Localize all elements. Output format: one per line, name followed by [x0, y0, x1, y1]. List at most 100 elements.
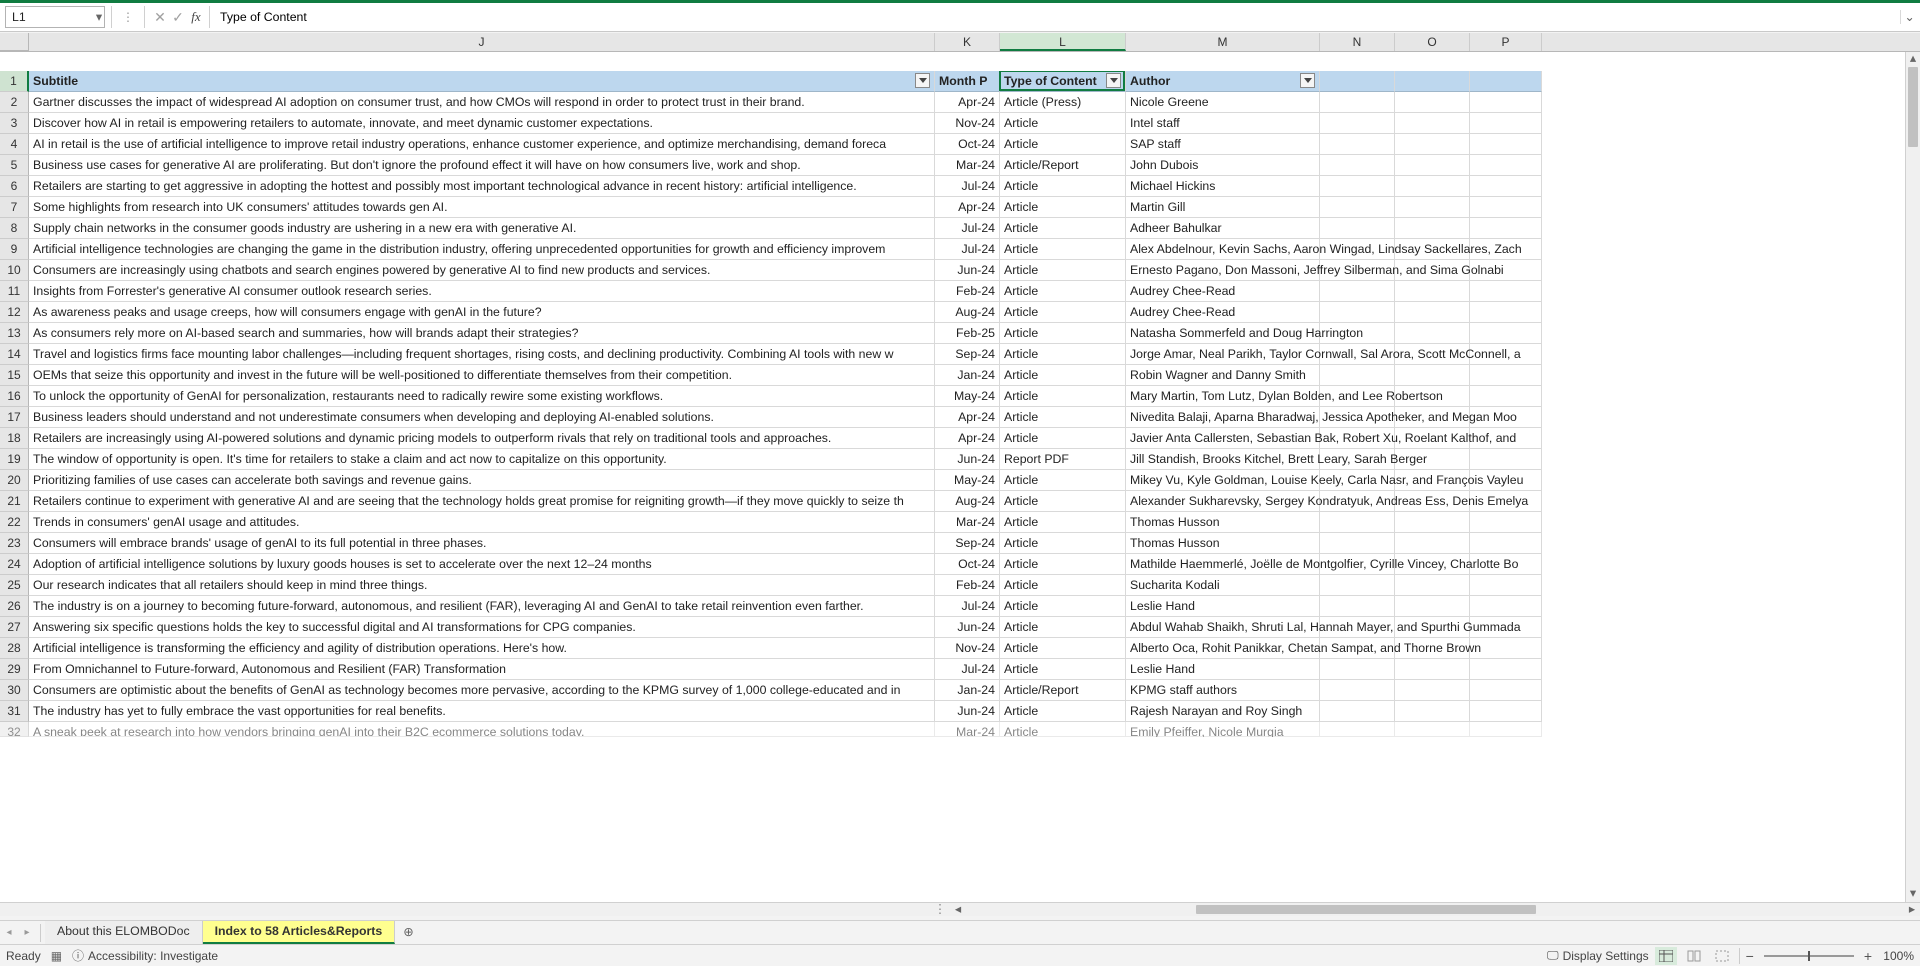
- cell[interactable]: [1470, 575, 1542, 596]
- cell[interactable]: Article: [1000, 239, 1126, 260]
- cell[interactable]: [1395, 302, 1470, 323]
- row-header[interactable]: 20: [0, 470, 29, 491]
- cell[interactable]: Article: [1000, 302, 1126, 323]
- row-header[interactable]: 30: [0, 680, 29, 701]
- cell[interactable]: [1320, 722, 1395, 737]
- tab-split-handle[interactable]: ⋮: [0, 903, 950, 916]
- cell[interactable]: Martin Gill: [1126, 197, 1320, 218]
- cell[interactable]: [1320, 113, 1395, 134]
- column-header-L[interactable]: L: [1000, 33, 1126, 51]
- row-header[interactable]: 21: [0, 491, 29, 512]
- sheet-tab[interactable]: About this ELOMBODoc: [45, 921, 203, 944]
- row-header[interactable]: 6: [0, 176, 29, 197]
- row-header[interactable]: 11: [0, 281, 29, 302]
- normal-view-button[interactable]: [1655, 947, 1677, 965]
- name-box-dropdown-icon[interactable]: ▾: [88, 10, 104, 24]
- cell[interactable]: [1470, 659, 1542, 680]
- cell[interactable]: Feb-24: [935, 281, 1000, 302]
- cell[interactable]: Article: [1000, 554, 1126, 575]
- cell[interactable]: [1320, 512, 1395, 533]
- cell[interactable]: Audrey Chee-Read: [1126, 302, 1320, 323]
- cell[interactable]: Abdul Wahab Shaikh, Shruti Lal, Hannah M…: [1126, 617, 1320, 638]
- select-all-corner[interactable]: [0, 33, 29, 51]
- cell[interactable]: [1320, 197, 1395, 218]
- cell[interactable]: Jul-24: [935, 659, 1000, 680]
- fx-icon[interactable]: fx: [187, 9, 205, 25]
- cell[interactable]: [1320, 596, 1395, 617]
- cell[interactable]: Supply chain networks in the consumer go…: [29, 218, 935, 239]
- cell[interactable]: [1395, 722, 1470, 737]
- header-cell-J[interactable]: Subtitle: [29, 71, 935, 92]
- row-header[interactable]: 29: [0, 659, 29, 680]
- cell[interactable]: [1320, 365, 1395, 386]
- row-header[interactable]: 28: [0, 638, 29, 659]
- vertical-scrollbar[interactable]: ▴ ▾: [1905, 52, 1920, 902]
- add-sheet-button[interactable]: ⊕: [395, 922, 421, 943]
- cell[interactable]: [1470, 722, 1542, 737]
- cell[interactable]: Retailers are increasingly using AI-powe…: [29, 428, 935, 449]
- cell[interactable]: Article: [1000, 701, 1126, 722]
- cell[interactable]: [1470, 701, 1542, 722]
- row-header[interactable]: 4: [0, 134, 29, 155]
- cell[interactable]: Alexander Sukharevsky, Sergey Kondratyuk…: [1126, 491, 1320, 512]
- cell[interactable]: Article/Report: [1000, 680, 1126, 701]
- header-cell-L[interactable]: Type of Content: [1000, 71, 1126, 92]
- cell[interactable]: Retailers are starting to get aggressive…: [29, 176, 935, 197]
- cell[interactable]: Oct-24: [935, 554, 1000, 575]
- cell[interactable]: Audrey Chee-Read: [1126, 281, 1320, 302]
- header-cell-N[interactable]: [1320, 71, 1395, 92]
- cell[interactable]: Oct-24: [935, 134, 1000, 155]
- cell[interactable]: [1470, 680, 1542, 701]
- cell[interactable]: Article: [1000, 428, 1126, 449]
- cell[interactable]: Article (Press): [1000, 92, 1126, 113]
- cell[interactable]: [1395, 218, 1470, 239]
- row-header[interactable]: 1: [0, 71, 29, 92]
- cell[interactable]: Article: [1000, 596, 1126, 617]
- column-header-P[interactable]: P: [1470, 33, 1542, 51]
- header-cell-O[interactable]: [1395, 71, 1470, 92]
- cell[interactable]: From Omnichannel to Future-forward, Auto…: [29, 659, 935, 680]
- cell[interactable]: Leslie Hand: [1126, 659, 1320, 680]
- header-cell-K[interactable]: Month P: [935, 71, 1000, 92]
- cell[interactable]: Article: [1000, 365, 1126, 386]
- cell[interactable]: [1395, 134, 1470, 155]
- cell[interactable]: Trends in consumers' genAI usage and att…: [29, 512, 935, 533]
- scroll-left-icon[interactable]: ◂: [950, 903, 966, 916]
- cell[interactable]: [1395, 680, 1470, 701]
- cell[interactable]: Apr-24: [935, 197, 1000, 218]
- cell[interactable]: To unlock the opportunity of GenAI for p…: [29, 386, 935, 407]
- name-box[interactable]: L1 ▾: [5, 6, 105, 28]
- cell[interactable]: Alberto Oca, Rohit Panikkar, Chetan Samp…: [1126, 638, 1320, 659]
- page-layout-view-button[interactable]: [1683, 947, 1705, 965]
- cell[interactable]: May-24: [935, 386, 1000, 407]
- zoom-in-button[interactable]: +: [1864, 948, 1872, 964]
- cell[interactable]: Article: [1000, 344, 1126, 365]
- cell[interactable]: The industry has yet to fully embrace th…: [29, 701, 935, 722]
- cell[interactable]: [1395, 365, 1470, 386]
- cell[interactable]: Aug-24: [935, 302, 1000, 323]
- cell[interactable]: Artificial intelligence technologies are…: [29, 239, 935, 260]
- cell[interactable]: [1470, 155, 1542, 176]
- cell[interactable]: Article: [1000, 638, 1126, 659]
- cell[interactable]: [1395, 176, 1470, 197]
- cell[interactable]: Artificial intelligence is transforming …: [29, 638, 935, 659]
- cell[interactable]: Jul-24: [935, 596, 1000, 617]
- cell[interactable]: [1395, 659, 1470, 680]
- column-header-K[interactable]: K: [935, 33, 1000, 51]
- cell[interactable]: Consumers will embrace brands' usage of …: [29, 533, 935, 554]
- cell[interactable]: [1395, 323, 1470, 344]
- column-header-M[interactable]: M: [1126, 33, 1320, 51]
- row-header[interactable]: 3: [0, 113, 29, 134]
- cell[interactable]: [1470, 386, 1542, 407]
- cell[interactable]: Mar-24: [935, 155, 1000, 176]
- row-header[interactable]: 31: [0, 701, 29, 722]
- cell[interactable]: [1320, 134, 1395, 155]
- cell[interactable]: OEMs that seize this opportunity and inv…: [29, 365, 935, 386]
- cell[interactable]: Article: [1000, 323, 1126, 344]
- cell[interactable]: Feb-24: [935, 575, 1000, 596]
- cell[interactable]: SAP staff: [1126, 134, 1320, 155]
- cell[interactable]: [1395, 701, 1470, 722]
- cell[interactable]: Jan-24: [935, 680, 1000, 701]
- cell[interactable]: [1470, 218, 1542, 239]
- tab-nav-prev-icon[interactable]: ◂: [0, 927, 18, 938]
